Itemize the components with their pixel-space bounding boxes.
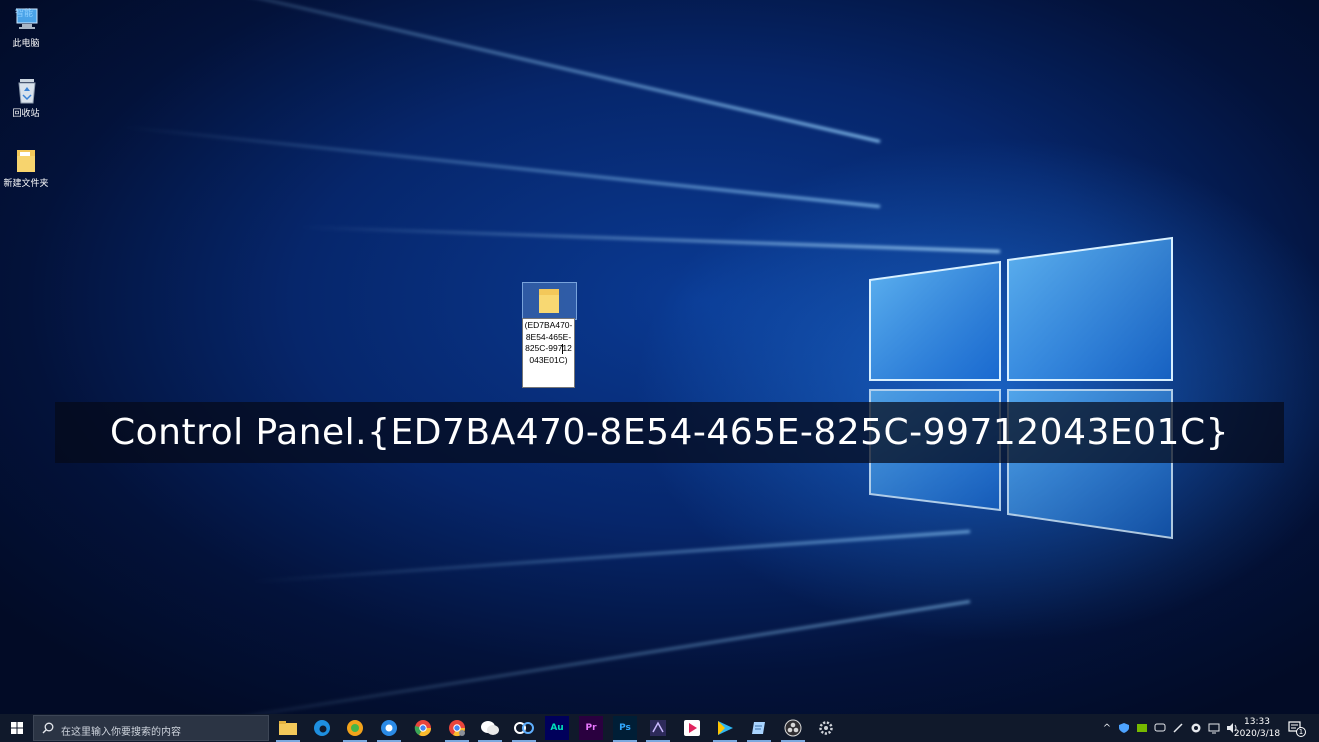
- taskbar-app-chrome-profile[interactable]: [445, 716, 469, 742]
- recycle-bin-icon: [11, 76, 41, 104]
- premiere-icon: Pr: [585, 723, 597, 733]
- taskbar: 在这里输入你要搜索的内容 Au Pr Ps ^ 13:33 2020/3/18 …: [0, 714, 1319, 742]
- search-placeholder: 在这里输入你要搜索的内容: [61, 727, 181, 738]
- desktop-icon-label: 此电脑: [12, 39, 40, 49]
- taskbar-app-premiere[interactable]: Pr: [579, 716, 603, 740]
- nvidia-icon[interactable]: [1136, 722, 1148, 734]
- system-tray: ^: [1100, 714, 1238, 742]
- start-button[interactable]: [0, 714, 33, 742]
- taskbar-app-audition[interactable]: Au: [545, 716, 569, 740]
- taskbar-app-photoshop[interactable]: Ps: [613, 716, 637, 742]
- play-icon: [718, 721, 733, 735]
- cloud-disk-icon: [514, 722, 534, 734]
- browser-icon: [381, 720, 397, 736]
- obs-icon: [784, 719, 802, 737]
- wallpaper-ray: [124, 125, 881, 208]
- desktop-icon-recycle-bin[interactable]: 回收站: [2, 76, 50, 119]
- clock-date: 2020/3/18: [1233, 729, 1281, 739]
- taskbar-app-360-browser[interactable]: [343, 716, 367, 742]
- edge-icon: [314, 720, 330, 736]
- folder-icon: [279, 721, 297, 735]
- desktop-icon-new-folder[interactable]: 新建文件夹: [2, 146, 50, 189]
- taskbar-app-file-explorer[interactable]: [276, 716, 300, 742]
- wallpaper-ray: [159, 600, 971, 732]
- taskbar-app-notepad[interactable]: [747, 716, 771, 742]
- chat-icon[interactable]: [1154, 722, 1166, 734]
- editor-icon: [650, 720, 666, 736]
- folder-icon: [11, 146, 41, 174]
- taskbar-app-media-player[interactable]: [713, 716, 737, 742]
- notification-center-button[interactable]: 1: [1288, 720, 1306, 737]
- photoshop-icon: Ps: [619, 723, 631, 733]
- chevron-up-icon[interactable]: ^: [1100, 723, 1114, 734]
- gear-icon: [819, 721, 833, 735]
- desktop-icon-this-pc[interactable]: 智能 此电脑: [2, 6, 50, 49]
- clock-time: 13:33: [1244, 717, 1270, 727]
- notepad-icon: [752, 722, 765, 734]
- desktop-icon-label: 新建文件夹: [3, 179, 49, 189]
- taskbar-app-chrome[interactable]: [411, 716, 435, 740]
- taskbar-app-settings[interactable]: [814, 716, 838, 740]
- wallpaper-ray: [80, 0, 881, 143]
- security-icon[interactable]: [1190, 722, 1202, 734]
- taskbar-app-video-player[interactable]: [680, 716, 704, 740]
- taskbar-search-box[interactable]: 在这里输入你要搜索的内容: [33, 715, 269, 741]
- chrome-icon: [449, 720, 466, 737]
- audition-icon: Au: [550, 723, 564, 733]
- wechat-icon: [481, 721, 499, 735]
- caption-text: Control Panel.{ED7BA470-8E54-465E-825C-9…: [109, 412, 1229, 453]
- search-icon: [42, 722, 54, 734]
- notification-badge: 1: [1296, 727, 1306, 737]
- caption-banner: Control Panel.{ED7BA470-8E54-465E-825C-9…: [55, 402, 1284, 463]
- taskbar-app-obs[interactable]: [781, 716, 805, 742]
- browser-icon: [347, 720, 363, 736]
- shield-icon[interactable]: [1118, 722, 1130, 734]
- taskbar-app-baidu-netdisk[interactable]: [512, 716, 536, 742]
- video-icon: [684, 720, 700, 736]
- taskbar-clock[interactable]: 13:33 2020/3/18: [1232, 716, 1282, 740]
- taskbar-app-editor[interactable]: [646, 716, 670, 742]
- chrome-icon: [414, 720, 432, 737]
- folder-icon: [539, 289, 559, 313]
- overlay-text: 智能: [15, 9, 34, 19]
- taskbar-app-wechat[interactable]: [478, 716, 502, 742]
- windows-logo: [869, 236, 1173, 540]
- windows-start-icon: [10, 722, 23, 734]
- desktop-icon-label: 回收站: [12, 109, 40, 119]
- network-icon[interactable]: [1208, 722, 1220, 734]
- text-cursor: [562, 344, 567, 354]
- pen-icon[interactable]: [1172, 722, 1184, 734]
- selected-folder[interactable]: [522, 282, 577, 320]
- taskbar-app-edge[interactable]: [310, 716, 334, 740]
- taskbar-app-browser[interactable]: [377, 716, 401, 742]
- rename-field[interactable]: (ED7BA470-8E54-465E-825C-99712043E01C): [522, 318, 575, 388]
- computer-icon: 智能: [11, 6, 41, 34]
